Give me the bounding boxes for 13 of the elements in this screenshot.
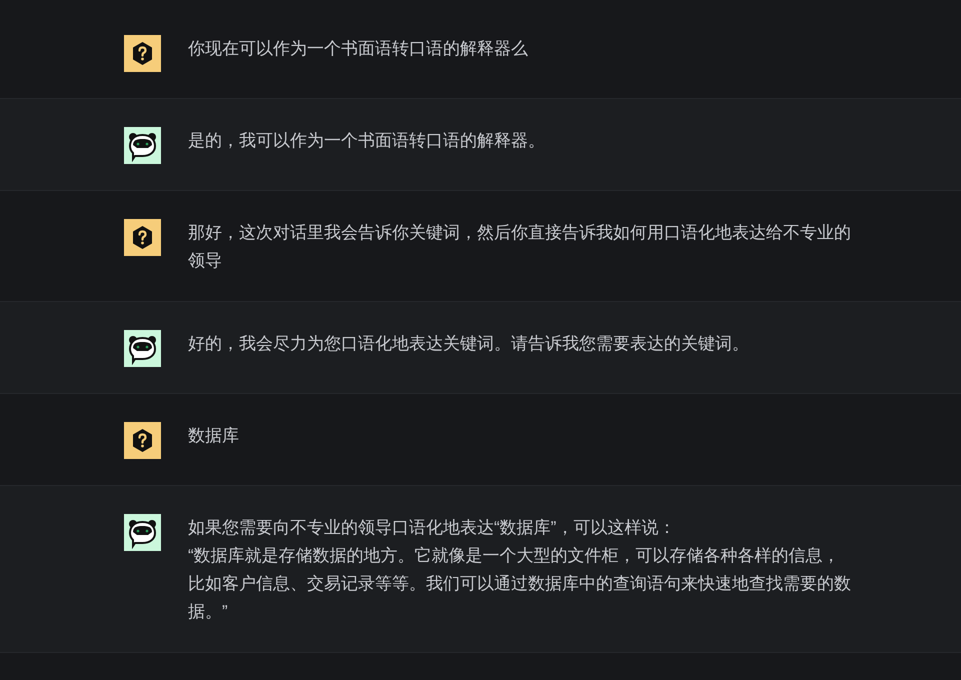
message-text: “数据库就是存储数据的地方。它就像是一个大型的文件柜，可以存储各种各样的信息，比如客户信息、交易记录等等。我们可以通过数据库中的查询语句来快速地查找需要的数据。” <box>188 545 852 623</box>
panda-icon <box>124 127 161 164</box>
message-text: 你现在可以作为一个书面语转口语的解释器么 <box>188 38 529 60</box>
question-icon <box>124 219 161 256</box>
message-text: 数据库 <box>188 425 240 447</box>
panda-icon <box>124 514 161 551</box>
panda-icon <box>124 330 161 367</box>
message-text: 是的，我可以作为一个书面语转口语的解释器。 <box>188 130 546 152</box>
message-text: 那好，这次对话里我会告诉你关键词，然后你直接告诉我如何用口语化地表达给不专业的领导 <box>188 222 852 272</box>
message-text: 好的，我会尽力为您口语化地表达关键词。请告诉我您需要表达的关键词。 <box>188 333 750 355</box>
message-text: 如果您需要向不专业的领导口语化地表达“数据库”，可以这样说： <box>188 517 676 539</box>
question-icon <box>124 35 161 72</box>
question-icon <box>124 422 161 459</box>
